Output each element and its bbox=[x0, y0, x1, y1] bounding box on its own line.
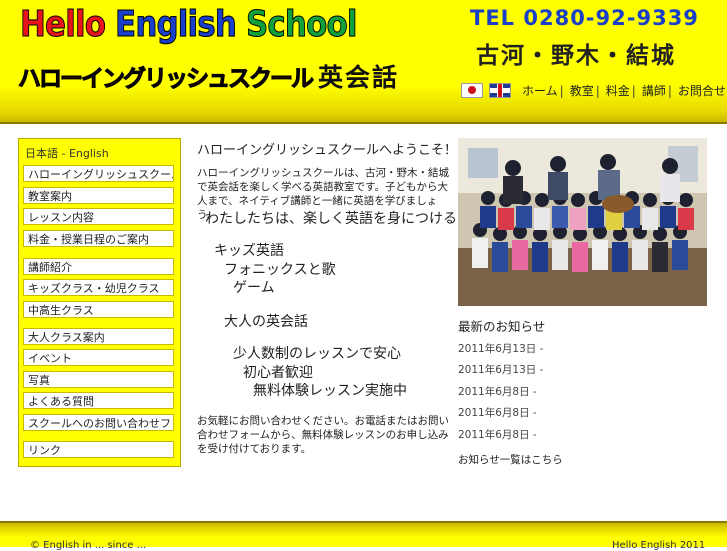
feature-line: キッズ英語 bbox=[214, 243, 284, 259]
feature-line: ゲーム bbox=[233, 280, 275, 296]
nav-link[interactable]: 教室 bbox=[570, 84, 594, 98]
nav-separator: | bbox=[559, 84, 564, 98]
site-logo[interactable]: Hello English School bbox=[20, 4, 358, 46]
news-item-date[interactable]: 2011年6月8日 - bbox=[458, 384, 537, 399]
sidebar-item[interactable]: よくある質問 bbox=[23, 392, 174, 409]
language-flags bbox=[461, 80, 517, 99]
news-more-link[interactable]: お知らせ一覧はこちら bbox=[458, 452, 563, 467]
sidebar-item[interactable]: イベント bbox=[23, 349, 174, 366]
sidebar-item[interactable]: 写真 bbox=[23, 371, 174, 388]
logo-kana: ハローイングリッシュスクール 英会話 bbox=[18, 58, 399, 94]
feature-line: 少人数制のレッスンで安心 bbox=[233, 346, 401, 362]
feature-line: フォニックスと歌 bbox=[224, 262, 336, 278]
language-switch: 日本語 - English bbox=[25, 145, 109, 161]
footer-brand: Hello English 2011 bbox=[612, 540, 706, 551]
lang-english-link[interactable]: English bbox=[69, 147, 109, 160]
feature-line: 大人の英会話 bbox=[224, 314, 308, 330]
page-title: ハローイングリッシュスクールへようこそ！ bbox=[197, 143, 458, 158]
sidebar-item[interactable]: 教室案内 bbox=[23, 187, 174, 204]
logo-word-hello: Hello bbox=[20, 4, 107, 46]
logo-word-english: English bbox=[105, 4, 238, 46]
sidebar-item[interactable]: リンク bbox=[23, 441, 174, 458]
class-group-photo bbox=[458, 138, 707, 306]
japan-flag-icon[interactable] bbox=[461, 83, 483, 98]
logo-kana-suffix: 英会話 bbox=[318, 63, 400, 92]
lang-separator: - bbox=[58, 147, 69, 160]
uk-flag-icon[interactable] bbox=[489, 83, 511, 98]
lang-japanese[interactable]: 日本語 bbox=[25, 147, 58, 160]
sidebar-item[interactable]: ハローイングリッシュスクールとは bbox=[23, 165, 174, 182]
news-heading: 最新のお知らせ bbox=[458, 319, 546, 334]
sidebar-item[interactable]: 講師紹介 bbox=[23, 258, 174, 275]
logo-kana-text: ハローイングリッシュスクール bbox=[18, 66, 315, 93]
nav-separator: | bbox=[667, 84, 672, 98]
news-item-date[interactable]: 2011年6月13日 - bbox=[458, 362, 543, 377]
sidebar-item[interactable]: 料金・授業日程のご案内 bbox=[23, 230, 174, 247]
sidebar-menu: 日本語 - English ハローイングリッシュスクールとは教室案内レッスン内容… bbox=[18, 138, 181, 467]
feature-line: 初心者歓迎 bbox=[243, 365, 313, 381]
feature-line: 無料体験レッスン実施中 bbox=[253, 383, 407, 399]
nav-link[interactable]: お問合せ bbox=[678, 84, 726, 98]
city-list: 古河・野木・結城 bbox=[476, 43, 676, 69]
nav-link[interactable]: 講師 bbox=[642, 84, 666, 98]
site-footer: © English in ... since ... Hello English… bbox=[0, 521, 727, 551]
news-item-date[interactable]: 2011年6月8日 - bbox=[458, 427, 537, 442]
news-item-date[interactable]: 2011年6月13日 - bbox=[458, 341, 543, 356]
class-group-photo-drawing bbox=[458, 138, 707, 306]
footer-copyright: © English in ... since ... bbox=[30, 540, 147, 551]
logo-word-school: School bbox=[236, 4, 358, 46]
nav-separator: | bbox=[631, 84, 636, 98]
phone-number: TEL 0280-92-9339 bbox=[470, 6, 699, 30]
nav-separator: | bbox=[595, 84, 600, 98]
news-item-date[interactable]: 2011年6月8日 - bbox=[458, 405, 537, 420]
sidebar-item[interactable]: 大人クラス案内 bbox=[23, 328, 174, 345]
nav-link[interactable]: ホーム bbox=[522, 84, 558, 98]
sidebar-item[interactable]: キッズクラス・幼児クラス bbox=[23, 279, 174, 296]
outro-text: お気軽にお問い合わせください。お電話またはお問い合わせフォームから、無料体験レッ… bbox=[197, 415, 449, 455]
sidebar-item[interactable]: スクールへのお問い合わせフォーム bbox=[23, 414, 174, 431]
nav-link[interactable]: 料金 bbox=[606, 84, 630, 98]
sidebar-item[interactable]: レッスン内容 bbox=[23, 208, 174, 225]
top-navigation: ホーム | 教室 | 料金 | 講師 | お問合せ bbox=[522, 82, 726, 99]
sidebar-item[interactable]: 中高生クラス bbox=[23, 301, 174, 318]
site-header: Hello English School ハローイングリッシュスクール 英会話 T… bbox=[0, 0, 727, 124]
